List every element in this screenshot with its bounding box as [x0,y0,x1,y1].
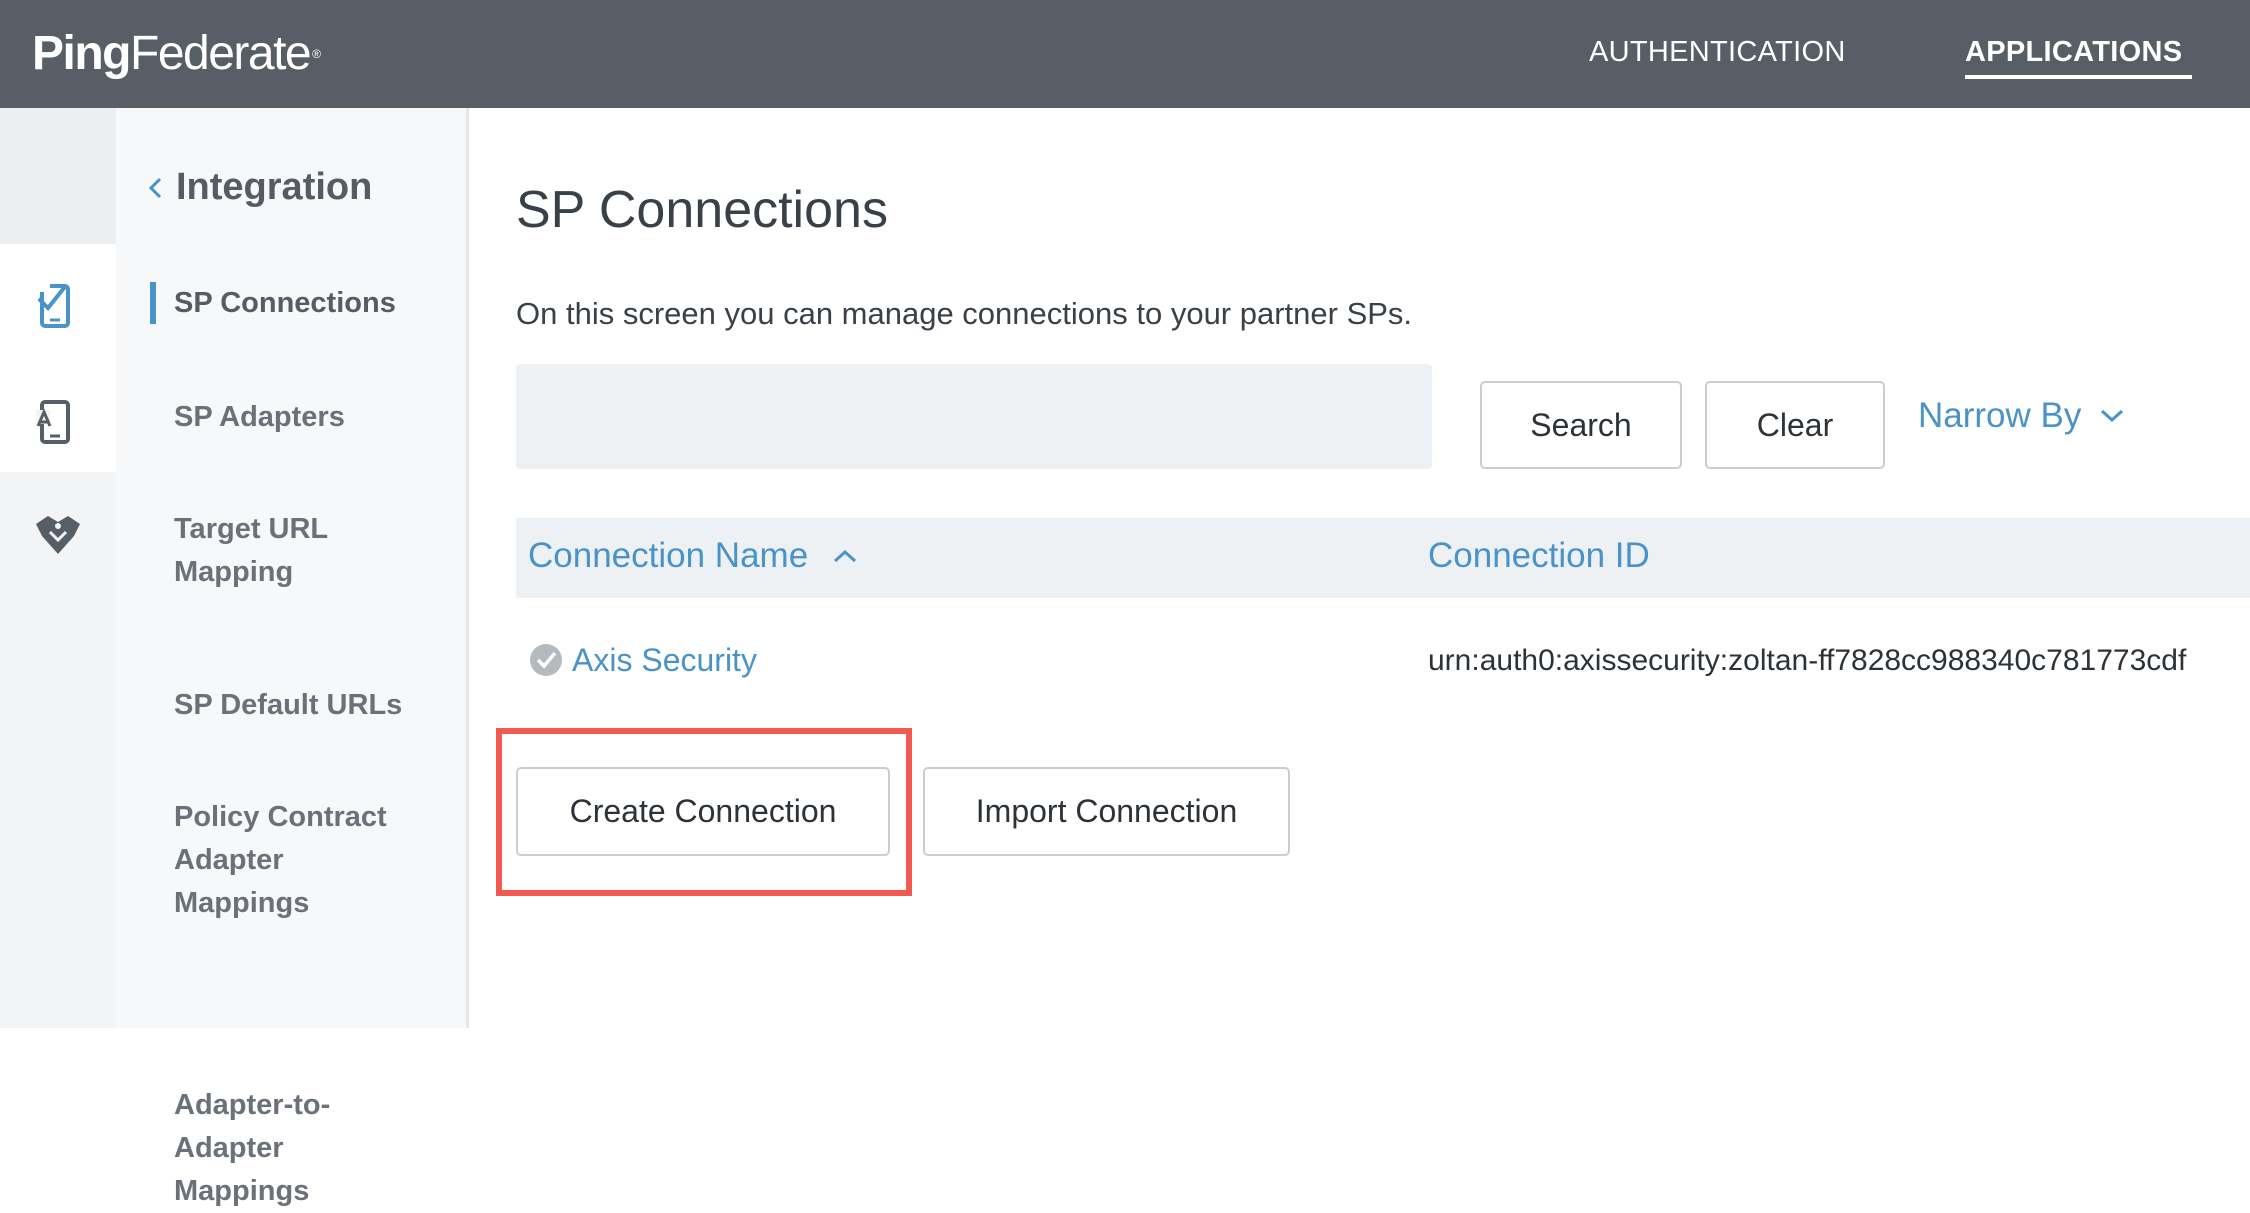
check-circle-icon [530,644,562,676]
table-row: Axis Security urn:auth0:axissecurity:zol… [516,630,2250,690]
chevron-down-icon [2101,409,2124,423]
subnav-item-sp-adapters[interactable]: SP Adapters [174,396,444,439]
pingfederate-logo[interactable]: PingFederate ® [32,26,321,82]
chevron-left-icon [148,177,162,198]
column-label-connection-name: Connection Name [528,536,809,575]
back-label: Integration [176,166,373,208]
back-to-integration[interactable]: Integration [142,166,372,209]
narrow-by-dropdown[interactable]: Narrow By [1918,396,2125,436]
logo-registered-mark: ® [312,47,321,61]
nav-active-underline [1965,75,2192,79]
icon-rail [0,108,116,1028]
nav-authentication[interactable]: AUTHENTICATION [1589,36,1846,69]
import-connection-button[interactable]: Import Connection [923,767,1290,856]
sort-ascending-icon [834,549,857,563]
active-indicator [150,282,156,324]
subnav-item-target-url-mapping[interactable]: Target URL Mapping [174,508,374,594]
create-connection-button[interactable]: Create Connection [516,767,890,856]
subnav-item-adapter-to-adapter-mappings[interactable]: Adapter-to-Adapter Mappings [174,1084,374,1213]
connection-id: urn:auth0:axissecurity:zoltan-ff7828cc98… [1428,644,2187,677]
target-url-mapping-icon[interactable] [34,514,82,560]
sp-connections-icon[interactable] [34,280,78,332]
logo-federate: Federate [130,27,312,80]
clear-button[interactable]: Clear [1705,381,1885,469]
narrow-by-label: Narrow By [1918,396,2082,435]
search-button[interactable]: Search [1480,381,1682,469]
sp-adapters-icon[interactable] [34,396,78,448]
top-bar: PingFederate ® AUTHENTICATION APPLICATION… [0,0,2250,108]
nav-applications[interactable]: APPLICATIONS [1965,36,2182,69]
page-title: SP Connections [516,181,888,239]
connection-name-link[interactable]: Axis Security [572,642,757,679]
table-header: Connection Name Connection ID [516,518,2250,598]
subnav-item-sp-connections[interactable]: SP Connections [174,282,444,325]
logo-ping: Ping [32,27,132,80]
search-input[interactable] [516,364,1432,469]
rail-header [0,108,116,244]
sub-navigation: Integration SP Connections SP Adapters T… [116,108,469,1207]
subnav-item-policy-contract-adapter-mappings[interactable]: Policy Contract Adapter Mappings [174,796,424,925]
page-description: On this screen you can manage connection… [516,296,1413,331]
subnav-item-sp-default-urls[interactable]: SP Default URLs [174,684,444,727]
column-header-connection-id[interactable]: Connection ID [1428,536,1650,576]
column-header-connection-name[interactable]: Connection Name [528,536,858,576]
